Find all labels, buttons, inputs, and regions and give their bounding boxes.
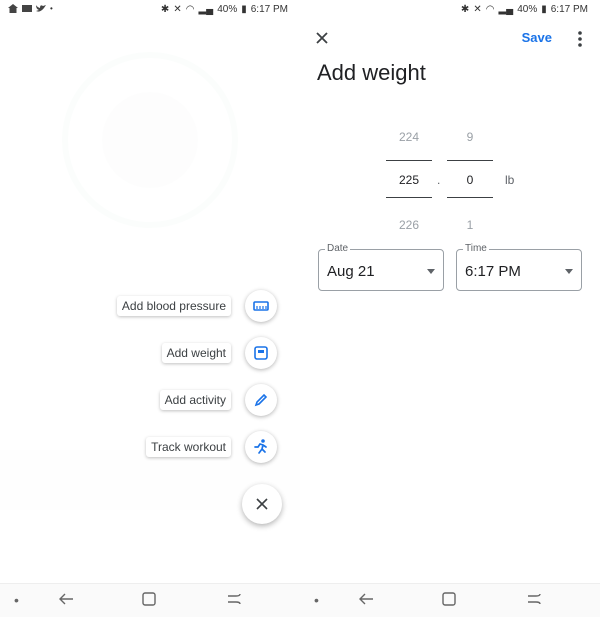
- date-label: Date: [325, 243, 351, 254]
- more-options-icon[interactable]: [570, 28, 590, 50]
- notification-dot-icon: •: [50, 4, 53, 13]
- signal-icon: ▂▄: [498, 4, 514, 15]
- clock: 6:17 PM: [250, 4, 288, 15]
- home-button-icon[interactable]: [142, 592, 162, 610]
- wifi-icon: ◠: [185, 4, 195, 15]
- scale-icon[interactable]: [245, 337, 277, 369]
- menu-item-add-activity[interactable]: Add activity: [159, 384, 277, 416]
- menu-item-add-weight[interactable]: Add weight: [161, 337, 277, 369]
- status-bar: ✱ ✕ ◠ ▂▄ 40% ▮ 6:17 PM: [300, 0, 600, 20]
- picker-divider: [447, 197, 493, 198]
- pencil-icon[interactable]: [245, 384, 277, 416]
- time-dropdown[interactable]: Time 6:17 PM: [456, 243, 582, 291]
- time-label: Time: [463, 243, 489, 254]
- status-bar: • ✱ ✕ ◠ ▂▄ 40% ▮ 6:17 PM: [0, 0, 300, 20]
- save-button[interactable]: Save: [522, 30, 552, 45]
- page-title: Add weight: [317, 60, 426, 85]
- picker-divider: [386, 160, 432, 161]
- signal-icon: ▂▄: [198, 4, 214, 15]
- picker-value-below[interactable]: 1: [447, 218, 493, 232]
- decimal-separator: .: [437, 173, 441, 187]
- top-app-bar: Save: [300, 20, 600, 56]
- close-icon[interactable]: [310, 26, 334, 50]
- menu-item-label[interactable]: Add blood pressure: [116, 296, 231, 316]
- home-button-icon[interactable]: [442, 592, 462, 610]
- back-icon[interactable]: [358, 592, 378, 610]
- running-person-icon[interactable]: [245, 431, 277, 463]
- close-menu-button[interactable]: [242, 484, 282, 524]
- time-value[interactable]: 6:17 PM: [465, 263, 521, 280]
- home-icon: [8, 4, 18, 13]
- menu-item-label[interactable]: Add activity: [159, 390, 231, 410]
- weight-unit: lb: [505, 173, 515, 187]
- blood-pressure-cuff-icon[interactable]: [245, 290, 277, 322]
- nav-dot-icon[interactable]: •: [314, 592, 334, 610]
- picker-value-above[interactable]: 9: [447, 130, 493, 144]
- date-dropdown[interactable]: Date Aug 21: [318, 243, 444, 291]
- fit-home-screen: • ✱ ✕ ◠ ▂▄ 40% ▮ 6:17 PM Add blood press…: [0, 0, 300, 617]
- bluetooth-icon: ✱: [460, 4, 470, 15]
- dropdown-arrow-icon[interactable]: [565, 269, 573, 274]
- picker-value-above[interactable]: 224: [386, 130, 432, 144]
- date-value[interactable]: Aug 21: [327, 263, 375, 280]
- menu-item-label[interactable]: Add weight: [161, 343, 231, 363]
- nav-dot-icon[interactable]: •: [14, 592, 34, 610]
- back-icon[interactable]: [58, 592, 78, 610]
- picker-divider: [447, 160, 493, 161]
- wifi-icon: ◠: [485, 4, 495, 15]
- dropdown-arrow-icon[interactable]: [427, 269, 435, 274]
- picker-value-below[interactable]: 226: [386, 218, 432, 232]
- twitter-icon: [36, 5, 46, 12]
- close-icon: [256, 498, 268, 510]
- battery-percent: 40%: [517, 4, 538, 15]
- add-weight-screen: ✱ ✕ ◠ ▂▄ 40% ▮ 6:17 PM Save Add weight 2…: [300, 0, 600, 617]
- picker-value-selected[interactable]: 225: [386, 173, 432, 187]
- battery-percent: 40%: [217, 4, 238, 15]
- recents-icon[interactable]: [526, 592, 546, 610]
- menu-item-label[interactable]: Track workout: [146, 437, 231, 457]
- battery-icon: ▮: [241, 4, 247, 15]
- system-nav-bar: •: [0, 583, 300, 617]
- picker-divider: [386, 197, 432, 198]
- mute-icon: ✕: [473, 4, 482, 15]
- system-nav-bar: •: [300, 583, 600, 617]
- picker-value-selected[interactable]: 0: [447, 173, 493, 187]
- menu-item-add-blood-pressure[interactable]: Add blood pressure: [116, 290, 277, 322]
- menu-item-track-workout[interactable]: Track workout: [146, 431, 277, 463]
- recents-icon[interactable]: [226, 592, 246, 610]
- bluetooth-icon: ✱: [160, 4, 170, 15]
- mute-icon: ✕: [173, 4, 182, 15]
- clock: 6:17 PM: [550, 4, 588, 15]
- gallery-icon: [22, 5, 32, 12]
- battery-icon: ▮: [541, 4, 547, 15]
